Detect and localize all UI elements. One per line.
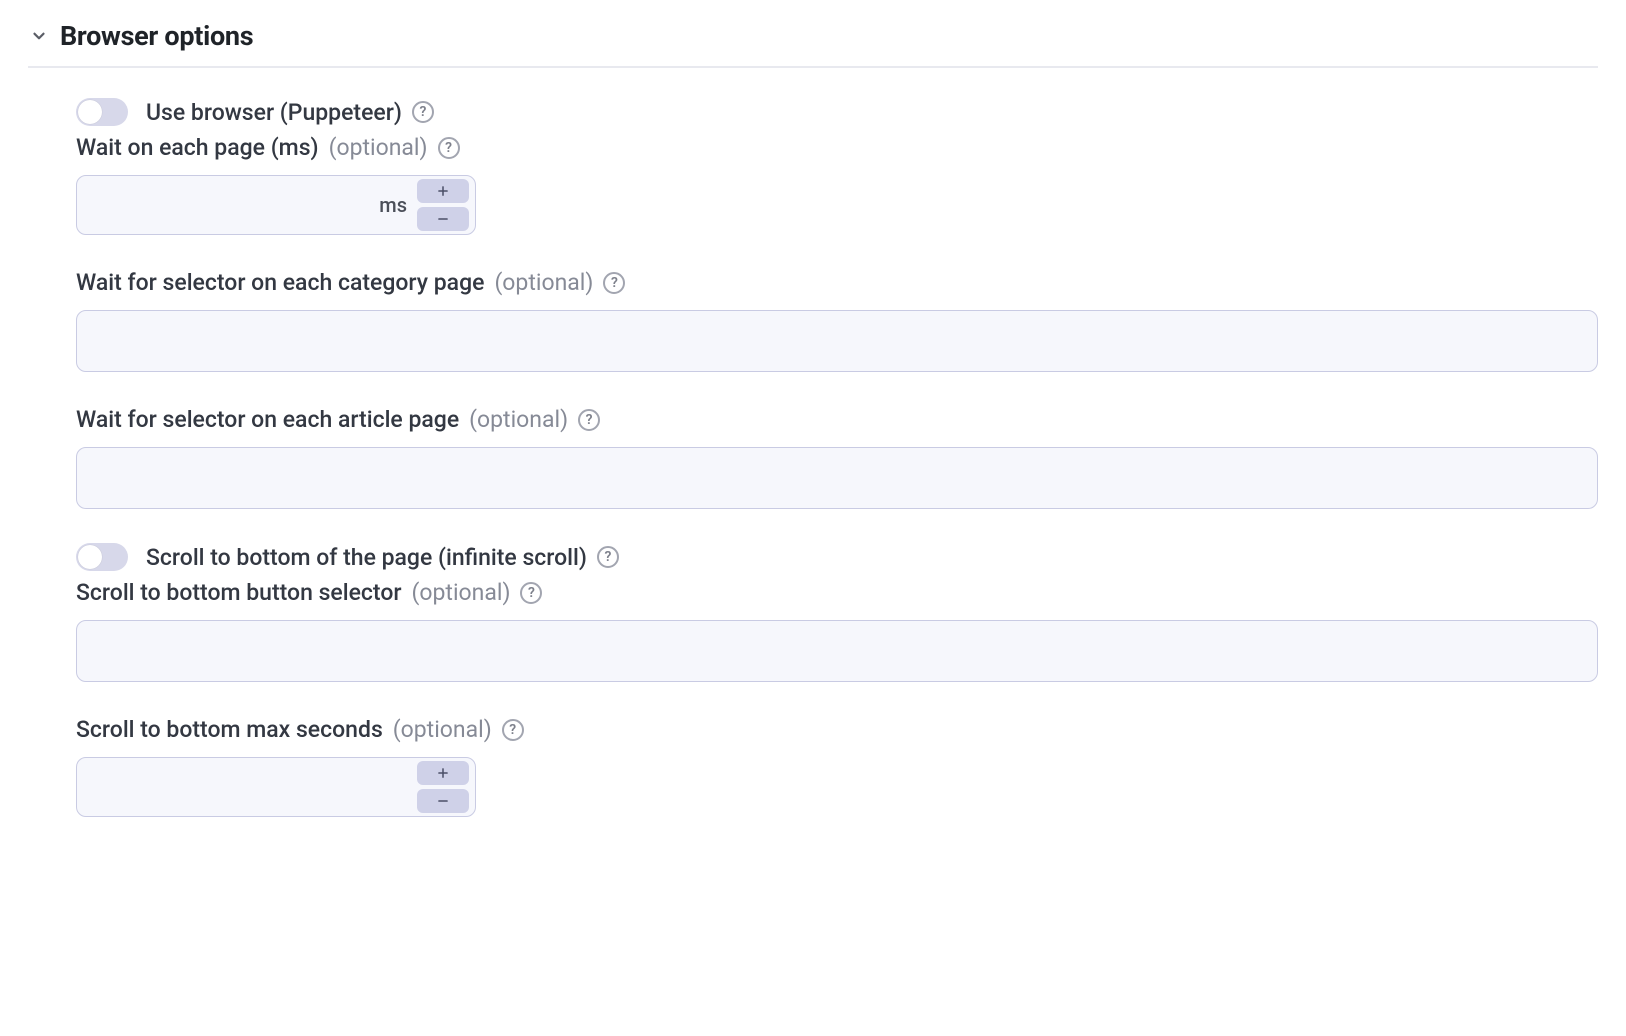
wait-article-selector-label: Wait for selector on each article page [76, 406, 459, 433]
help-icon[interactable]: ? [597, 546, 619, 568]
scroll-bottom-label: Scroll to bottom of the page (infinite s… [146, 544, 619, 571]
wait-on-page-input-wrap: ms [76, 175, 476, 235]
scroll-max-seconds-label: Scroll to bottom max seconds [76, 716, 383, 743]
chevron-down-icon [30, 27, 48, 45]
scroll-button-selector-input[interactable] [76, 620, 1598, 682]
wait-category-selector-label: Wait for selector on each category page [76, 269, 484, 296]
section-header[interactable]: Browser options [28, 12, 1598, 68]
scroll-max-seconds-input-wrap [76, 757, 476, 817]
wait-category-selector-input[interactable] [76, 310, 1598, 372]
scroll-bottom-row: Scroll to bottom of the page (infinite s… [76, 543, 1598, 571]
optional-marker: (optional) [393, 716, 492, 743]
optional-marker: (optional) [329, 134, 428, 161]
help-icon[interactable]: ? [412, 101, 434, 123]
wait-on-page-input[interactable] [77, 176, 375, 234]
increment-button[interactable] [417, 761, 469, 785]
wait-article-selector-input[interactable] [76, 447, 1598, 509]
scroll-bottom-toggle[interactable] [76, 543, 128, 571]
scroll-max-seconds-input[interactable] [77, 758, 417, 816]
wait-on-page-field: Wait on each page (ms) (optional) ? ms [76, 134, 1598, 235]
browser-options-panel: Browser options Use browser (Puppeteer) … [28, 0, 1598, 857]
help-icon[interactable]: ? [603, 272, 625, 294]
section-title: Browser options [60, 20, 253, 52]
use-browser-row: Use browser (Puppeteer) ? [76, 98, 1598, 126]
scroll-bottom-label-text: Scroll to bottom of the page (infinite s… [146, 544, 587, 571]
use-browser-label: Use browser (Puppeteer) ? [146, 99, 434, 126]
scroll-button-selector-field: Scroll to bottom button selector (option… [76, 579, 1598, 682]
scroll-button-selector-label: Scroll to bottom button selector [76, 579, 402, 606]
help-icon[interactable]: ? [578, 409, 600, 431]
wait-article-selector-field: Wait for selector on each article page (… [76, 406, 1598, 509]
use-browser-toggle[interactable] [76, 98, 128, 126]
wait-on-page-stepper [417, 175, 469, 235]
use-browser-label-text: Use browser (Puppeteer) [146, 99, 402, 126]
section-content: Use browser (Puppeteer) ? Wait on each p… [28, 98, 1598, 817]
toggle-knob [78, 545, 102, 569]
help-icon[interactable]: ? [438, 137, 460, 159]
decrement-button[interactable] [417, 789, 469, 813]
wait-on-page-label: Wait on each page (ms) [76, 134, 319, 161]
optional-marker: (optional) [494, 269, 593, 296]
toggle-knob [78, 100, 102, 124]
scroll-max-seconds-field: Scroll to bottom max seconds (optional) … [76, 716, 1598, 817]
help-icon[interactable]: ? [502, 719, 524, 741]
help-icon[interactable]: ? [520, 582, 542, 604]
scroll-max-seconds-stepper [417, 757, 469, 817]
ms-suffix: ms [375, 193, 417, 217]
wait-category-selector-field: Wait for selector on each category page … [76, 269, 1598, 372]
increment-button[interactable] [417, 179, 469, 203]
decrement-button[interactable] [417, 207, 469, 231]
optional-marker: (optional) [412, 579, 511, 606]
optional-marker: (optional) [469, 406, 568, 433]
